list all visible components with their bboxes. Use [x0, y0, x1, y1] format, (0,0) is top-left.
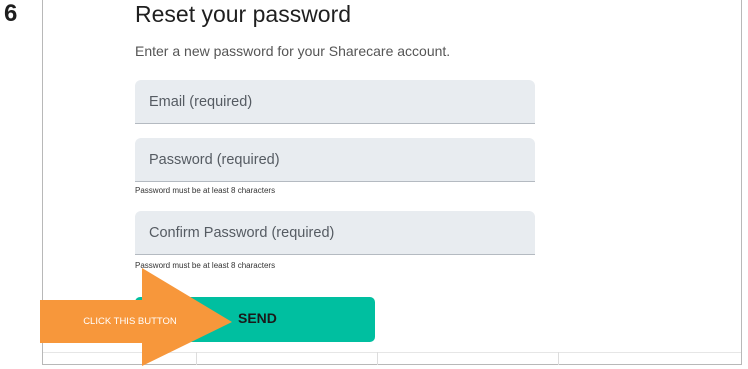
page-title: Reset your password — [135, 1, 352, 27]
footer-divider — [43, 352, 741, 353]
reset-password-panel: Reset your password Enter a new password… — [42, 0, 742, 365]
footer-column-divider — [196, 352, 197, 365]
email-field[interactable] — [135, 80, 535, 124]
step-number: 6 — [4, 0, 18, 27]
send-button-label: SEND — [238, 310, 277, 326]
password-helper-text: Password must be at least 8 characters — [135, 186, 276, 195]
footer-column-divider — [377, 352, 378, 365]
confirm-password-helper-text: Password must be at least 8 characters — [135, 261, 276, 270]
password-field[interactable] — [135, 138, 535, 182]
send-button[interactable]: SEND — [135, 297, 375, 342]
confirm-password-field[interactable] — [135, 211, 535, 255]
footer-column-divider — [558, 352, 559, 365]
page-subtitle: Enter a new password for your Sharecare … — [135, 43, 451, 59]
